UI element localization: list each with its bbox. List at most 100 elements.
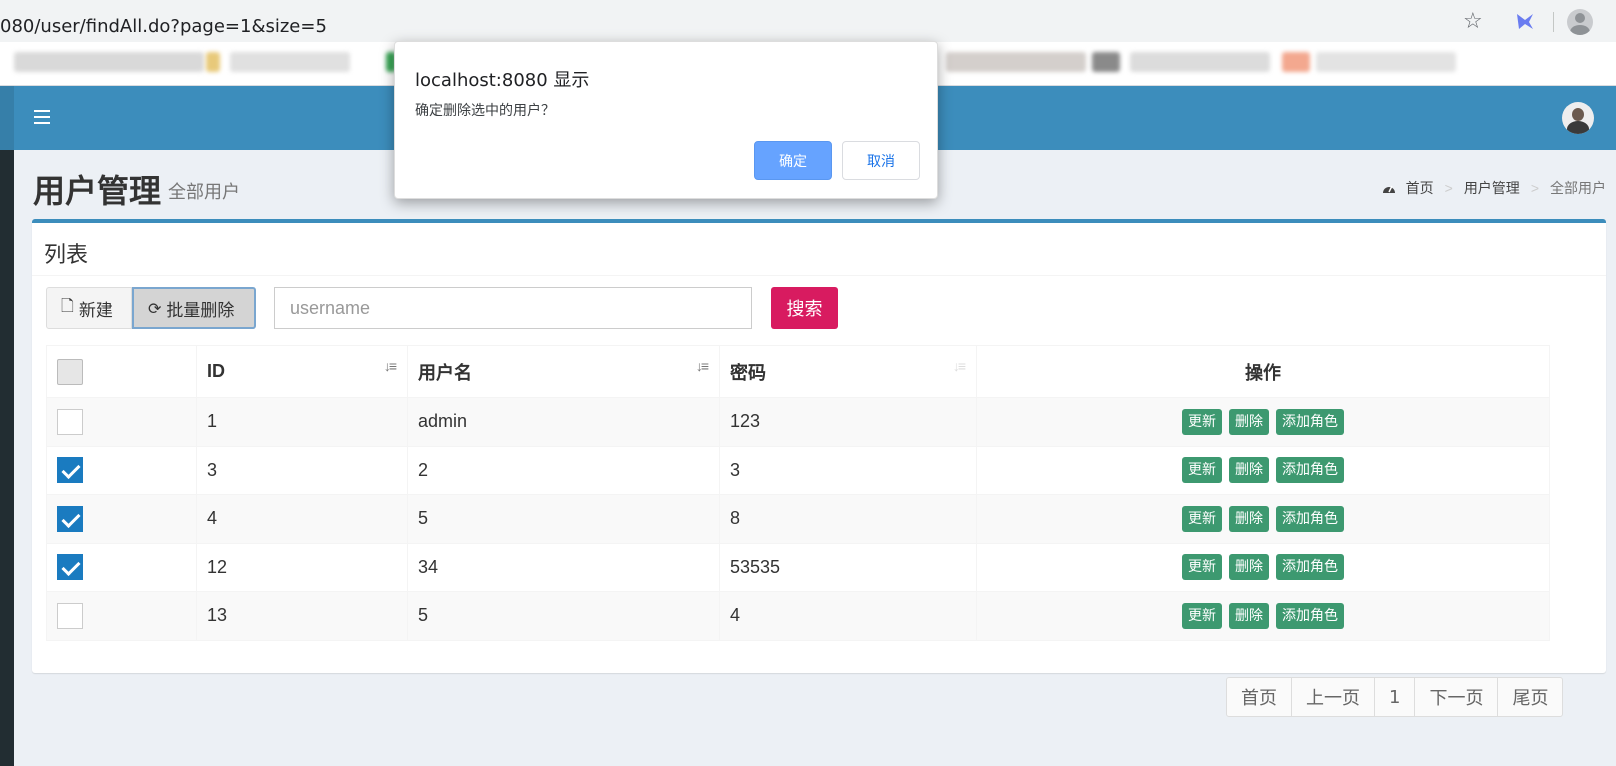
breadcrumb-user-management[interactable]: 用户管理	[1464, 178, 1520, 198]
dialog-ok-button[interactable]: 确定	[754, 141, 832, 180]
column-label: 用户名	[418, 362, 472, 383]
profile-icon[interactable]	[1567, 9, 1593, 35]
row-checkbox[interactable]	[57, 602, 83, 629]
row-select-cell	[46, 397, 197, 447]
browser-toolbar: 080/user/findAll.do?page=1&size=5 ☆	[0, 0, 1616, 42]
sort-asc-icon[interactable]: ↓≡	[384, 358, 397, 374]
last-page-button[interactable]: 尾页	[1497, 677, 1564, 717]
first-page-button[interactable]: 首页	[1226, 677, 1292, 717]
sort-desc-icon[interactable]: ↓≡	[696, 358, 709, 374]
row-checkbox[interactable]	[57, 457, 83, 484]
add-role-button[interactable]: 添加角色	[1276, 554, 1345, 581]
bookmark-item[interactable]	[1130, 52, 1270, 72]
row-checkbox[interactable]	[57, 408, 83, 435]
cell-username: 2	[407, 445, 720, 495]
page-subtitle: 全部用户	[168, 182, 240, 202]
box-divider	[32, 275, 1606, 276]
bookmark-icon[interactable]	[1282, 52, 1310, 72]
row-checkbox[interactable]	[57, 505, 83, 532]
cell-password: 3	[719, 445, 977, 495]
breadcrumb-current: 全部用户	[1550, 180, 1606, 196]
update-button[interactable]: 更新	[1181, 505, 1222, 532]
bookmark-icon[interactable]	[1092, 52, 1120, 72]
breadcrumb-separator: >	[1530, 180, 1539, 196]
delete-button[interactable]: 删除	[1229, 408, 1269, 435]
column-header-actions: 操作	[976, 345, 1550, 398]
column-header-password[interactable]: 密码 ↓≡	[719, 345, 977, 398]
add-role-button[interactable]: 添加角色	[1276, 457, 1345, 484]
delete-button[interactable]: 删除	[1229, 457, 1269, 484]
cell-id: 3	[196, 445, 408, 495]
cell-actions: 更新 删除 添加角色	[976, 542, 1550, 592]
dialog-message: 确定删除选中的用户？	[415, 103, 555, 119]
update-button[interactable]: 更新	[1181, 457, 1222, 484]
new-button[interactable]: 🗋 新建	[46, 287, 132, 329]
delete-button[interactable]: 删除	[1229, 505, 1269, 532]
breadcrumb: 首页 > 用户管理 > 全部用户	[1382, 178, 1606, 198]
add-role-button[interactable]: 添加角色	[1276, 602, 1345, 629]
column-label: 操作	[1245, 362, 1281, 383]
refresh-icon: ⟳	[148, 298, 162, 318]
dialog-title: localhost:8080 显示	[415, 70, 590, 91]
update-button[interactable]: 更新	[1181, 602, 1222, 629]
user-avatar[interactable]	[1562, 102, 1594, 134]
table-header-row: ID ↓≡ 用户名 ↓≡ 密码 ↓≡ 操作	[46, 345, 1550, 398]
extension-icon[interactable]	[1514, 10, 1536, 32]
prev-page-button[interactable]: 上一页	[1291, 677, 1375, 717]
toolbar-button-group: 🗋 新建 ⟳ 批量删除	[46, 287, 256, 329]
cell-password: 4	[719, 591, 977, 641]
box-title: 列表	[44, 242, 89, 267]
cell-username: 5	[407, 591, 720, 641]
add-role-button[interactable]: 添加角色	[1276, 505, 1345, 532]
update-button[interactable]: 更新	[1181, 554, 1222, 581]
batch-delete-label: 批量删除	[166, 300, 235, 321]
row-select-cell	[46, 542, 197, 592]
row-checkbox[interactable]	[57, 554, 83, 581]
bookmark-icon[interactable]	[206, 52, 220, 72]
cell-username: 5	[407, 494, 720, 544]
select-all-checkbox[interactable]	[57, 358, 83, 385]
confirm-dialog: localhost:8080 显示 确定删除选中的用户？ 确定 取消	[394, 41, 938, 199]
cell-actions: 更新 删除 添加角色	[976, 494, 1550, 544]
search-input[interactable]	[274, 287, 752, 329]
bookmark-star-icon[interactable]: ☆	[1463, 8, 1483, 34]
update-button[interactable]: 更新	[1181, 408, 1222, 435]
cell-id: 13	[196, 591, 408, 641]
bookmark-item[interactable]	[14, 52, 204, 72]
breadcrumb-home[interactable]: 首页	[1406, 178, 1434, 198]
dashboard-icon	[1382, 185, 1395, 193]
row-select-cell	[46, 494, 197, 544]
address-bar[interactable]: 080/user/findAll.do?page=1&size=5	[0, 6, 1495, 38]
table-row: 12 34 53535 更新 删除 添加角色	[46, 542, 1550, 592]
column-header-id[interactable]: ID ↓≡	[196, 345, 408, 398]
column-header-username[interactable]: 用户名 ↓≡	[407, 345, 720, 398]
bookmark-item[interactable]	[230, 52, 350, 72]
cell-id: 1	[196, 397, 408, 447]
next-page-button[interactable]: 下一页	[1414, 677, 1499, 717]
dialog-cancel-button[interactable]: 取消	[842, 141, 920, 180]
cell-password: 8	[719, 494, 977, 544]
cell-actions: 更新 删除 添加角色	[976, 591, 1550, 641]
cell-password: 53535	[719, 542, 977, 592]
bookmark-item[interactable]	[946, 52, 1086, 72]
search-button[interactable]: 搜索	[771, 287, 838, 329]
page-1-button[interactable]: 1	[1374, 677, 1416, 717]
url-text[interactable]: 080/user/findAll.do?page=1&size=5	[0, 16, 327, 37]
table-row: 13 5 4 更新 删除 添加角色	[46, 591, 1550, 641]
delete-button[interactable]: 删除	[1229, 554, 1269, 581]
cell-username: 34	[407, 542, 720, 592]
column-label: ID	[207, 361, 225, 381]
menu-toggle-icon[interactable]	[34, 110, 50, 124]
new-button-label: 新建	[78, 300, 113, 321]
cell-username: admin	[407, 397, 720, 447]
batch-delete-button[interactable]: ⟳ 批量删除	[132, 287, 256, 329]
delete-button[interactable]: 删除	[1229, 602, 1269, 629]
breadcrumb-separator: >	[1444, 180, 1453, 196]
bookmark-item[interactable]	[1316, 52, 1456, 72]
sidebar	[0, 150, 14, 766]
user-table: ID ↓≡ 用户名 ↓≡ 密码 ↓≡ 操作 1 admin 123 更新 删除 添加角色 3 2…	[46, 345, 1550, 641]
cell-id: 4	[196, 494, 408, 544]
add-role-button[interactable]: 添加角色	[1276, 408, 1345, 435]
table-row: 4 5 8 更新 删除 添加角色	[46, 494, 1550, 544]
sort-icon[interactable]: ↓≡	[953, 358, 966, 374]
